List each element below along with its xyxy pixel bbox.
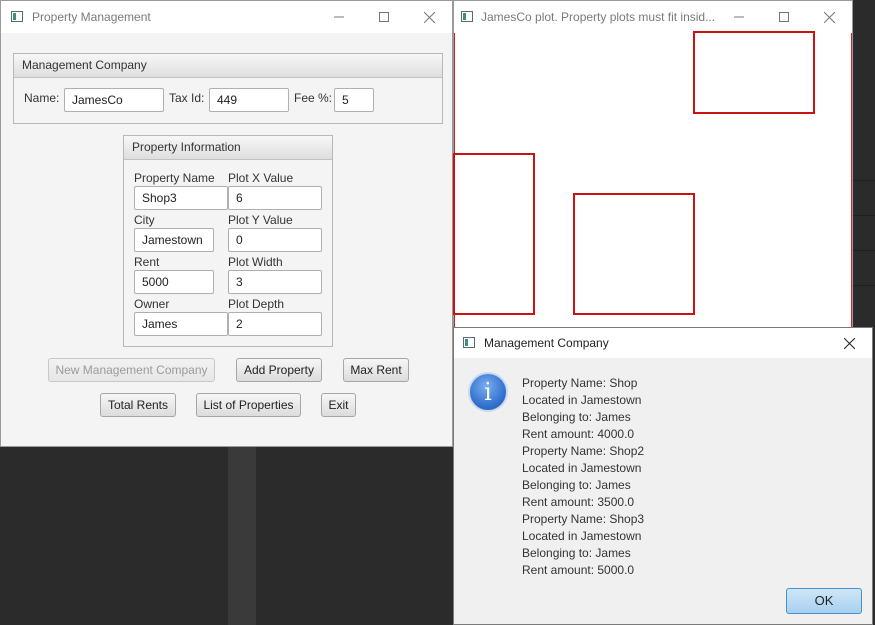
property-management-window: Property Management Management Company N… — [0, 0, 453, 447]
list-of-properties-button[interactable]: List of Properties — [196, 393, 301, 417]
max-rent-button[interactable]: Max Rent — [343, 358, 409, 382]
property-name-field[interactable]: Shop3 — [134, 186, 228, 210]
close-button[interactable] — [406, 1, 452, 33]
name-label: Name: — [24, 91, 60, 105]
add-property-button[interactable]: Add Property — [236, 358, 322, 382]
close-button[interactable] — [826, 328, 872, 358]
message-line: Property Name: Shop3 — [522, 512, 645, 526]
message-line: Property Name: Shop — [522, 376, 638, 390]
message-line: Rent amount: 4000.0 — [522, 427, 635, 441]
plot-depth-label: Plot Depth — [228, 297, 285, 311]
close-icon — [823, 11, 835, 23]
owner-field[interactable]: James — [134, 312, 228, 336]
fee-field[interactable]: 5 — [334, 88, 374, 112]
rent-label: Rent — [134, 255, 160, 269]
message-line: Located in Jamestown — [522, 461, 642, 475]
ok-button[interactable]: OK — [786, 588, 862, 614]
plot-y-label: Plot Y Value — [228, 213, 293, 227]
city-label: City — [134, 213, 155, 227]
new-management-company-button[interactable]: New Management Company — [48, 358, 215, 382]
total-rents-button[interactable]: Total Rents — [100, 393, 176, 417]
taxid-field[interactable]: 449 — [209, 88, 289, 112]
plot-x-label: Plot X Value — [228, 171, 294, 185]
maximize-button[interactable] — [761, 1, 807, 33]
close-icon — [843, 337, 855, 349]
plot-y-field[interactable]: 0 — [228, 228, 322, 252]
message-line: Belonging to: James — [522, 410, 631, 424]
name-field[interactable]: JamesCo — [64, 88, 164, 112]
message-line: Belonging to: James — [522, 546, 631, 560]
taxid-label: Tax Id: — [169, 91, 205, 105]
background-strip — [228, 446, 256, 625]
message-line: Rent amount: 3500.0 — [522, 495, 635, 509]
background-line — [852, 285, 875, 286]
property-plot-rect — [573, 193, 695, 315]
rent-field[interactable]: 5000 — [134, 270, 214, 294]
exit-button[interactable]: Exit — [321, 393, 356, 417]
message-line: Belonging to: James — [522, 478, 631, 492]
minimize-button[interactable] — [316, 1, 362, 33]
dialog-body: i Property Name: Shop Located in Jamestow… — [454, 358, 872, 624]
fee-label: Fee %: — [294, 91, 333, 105]
app-icon — [463, 337, 475, 348]
plot-window: JamesCo plot. Property plots must fit in… — [453, 0, 853, 340]
plot-canvas — [453, 31, 852, 339]
plot-width-field[interactable]: 3 — [228, 270, 322, 294]
background-line — [852, 180, 875, 181]
message-line: Property Name: Shop2 — [522, 444, 645, 458]
title-bar: Management Company — [454, 328, 872, 358]
management-company-panel: Management Company Name: JamesCo Tax Id:… — [13, 53, 443, 124]
message-line: Located in Jamestown — [522, 393, 642, 407]
property-plot-rect — [693, 31, 815, 114]
close-icon — [423, 11, 435, 23]
panel-header: Management Company — [14, 54, 442, 78]
window-title: JamesCo plot. Property plots must fit in… — [481, 10, 716, 24]
window-title: Property Management — [32, 10, 151, 24]
app-icon — [11, 11, 23, 22]
city-field[interactable]: Jamestown — [134, 228, 214, 252]
info-icon: i — [468, 372, 508, 412]
property-plot-rect — [453, 153, 535, 315]
message-line: Located in Jamestown — [522, 529, 642, 543]
property-information-panel: Property Information Property Name Plot … — [123, 135, 333, 347]
background-line — [852, 215, 875, 216]
plot-width-label: Plot Width — [228, 255, 283, 269]
management-company-dialog: Management Company i Property Name: Shop… — [453, 327, 873, 625]
maximize-icon — [379, 12, 389, 22]
plot-x-field[interactable]: 6 — [228, 186, 322, 210]
plot-depth-field[interactable]: 2 — [228, 312, 322, 336]
minimize-icon — [734, 16, 744, 18]
owner-label: Owner — [134, 297, 170, 311]
dialog-title: Management Company — [484, 336, 609, 350]
minimize-button[interactable] — [716, 1, 762, 33]
message-text: Property Name: Shop Located in Jamestown B… — [522, 375, 644, 579]
maximize-button[interactable] — [361, 1, 407, 33]
title-bar: JamesCo plot. Property plots must fit in… — [454, 1, 852, 33]
message-line: Rent amount: 5000.0 — [522, 563, 635, 577]
app-icon — [461, 11, 473, 22]
panel-header: Property Information — [124, 136, 332, 160]
maximize-icon — [779, 12, 789, 22]
minimize-icon — [334, 16, 344, 18]
background-line — [852, 250, 875, 251]
close-button[interactable] — [806, 1, 852, 33]
title-bar: Property Management — [1, 1, 452, 33]
property-name-label: Property Name — [134, 171, 215, 185]
